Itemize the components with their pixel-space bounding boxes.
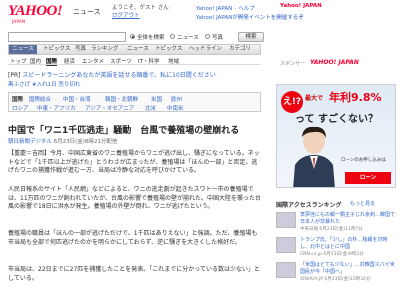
subnav-item-top[interactable]: トップ [10, 57, 27, 65]
sponsor-brand[interactable]: YAHOO! JAPAN [310, 59, 359, 66]
search-scope-label-all: 全体を検索 [137, 35, 165, 41]
ranking-thumbnail [276, 212, 296, 228]
region-item-us[interactable]: 米国 [151, 95, 162, 103]
ranking-item[interactable]: トランプ氏、「少し」の朴…独報を対時し、北中とはとに中国 CNN.co.jp 6… [276, 237, 396, 259]
ad-rate: 年利9.8% [329, 91, 382, 104]
nav-item-topics-2[interactable]: トピックス [155, 45, 182, 54]
yahoo-logo[interactable]: YAHOO! [8, 3, 63, 20]
nav-item-ranking[interactable]: ランキング [91, 45, 118, 54]
top-links: Yahoo! JAPAN - ヘルプ [196, 6, 255, 12]
subnav-item-economy[interactable]: 経済 [64, 57, 75, 65]
sponsor-label: スポンサー [280, 61, 306, 67]
user-greeting: ようこそ、ゲスト さん [112, 5, 169, 11]
subnav-item-entertainment[interactable]: エンタメ [82, 57, 104, 65]
pr-link[interactable]: スピードラーニングあなたが英語を話せる順番で、私に10日間ください [22, 72, 215, 79]
article-headline: 中国で「ワニ1千匹逃走」騒動 台風で養殖場の壁崩れる [8, 126, 240, 136]
ranking-headline[interactable]: 「米国はとても少ない」…対韓国スパイ米国民が今「中国へ」 [300, 262, 396, 276]
region-item-north-america[interactable]: 北米 [145, 104, 156, 112]
subnav-item-domestic[interactable]: 国内 [30, 57, 41, 65]
ranking-meta: XINHUA.JP 6月23日(金)15時32分 [300, 277, 371, 282]
subnav-item-international[interactable]: 国際 [46, 57, 58, 66]
search-input[interactable] [8, 32, 126, 42]
ranking-thumbnail [276, 237, 296, 253]
region-item-korea[interactable]: 韓国・北朝鮮 [105, 95, 138, 103]
toplink-help[interactable]: ヘルプ [238, 6, 255, 12]
ranking-thumbnail [276, 262, 296, 278]
ad-text-link[interactable]: 黒ふさげ ★入れ1日 売り切れ [8, 80, 261, 88]
ranking-meta: 中央日報 6月23日(金)11時7分 [300, 227, 363, 232]
logout-link[interactable]: ログアウト [112, 11, 140, 19]
search-row: 全体を検索 ニュース 写真 検索 [8, 32, 268, 42]
ad-person-illustration [293, 126, 335, 187]
header-notice-link[interactable]: Yahoo! JAPANが開発イベントを開催するぞ [196, 13, 304, 21]
ranking-item[interactable]: 「米国はとても少ない」…対韓国スパイ米国民が今「中国へ」 XINHUA.JP 6… [276, 262, 396, 284]
search-scope-label-photo: 写真 [212, 35, 224, 41]
subnav-item-sports[interactable]: スポーツ [110, 57, 132, 65]
article-paragraph: 市当局は、22日までに27匹を捕獲したことを発表。「これまでに分かっている数は少… [8, 266, 260, 282]
region-item-middle-east[interactable]: 中東・アフリカ [37, 104, 76, 112]
nav-item-headline[interactable]: ヘッドライン [189, 45, 222, 54]
ranking-more-link[interactable]: もっと見る [350, 200, 375, 207]
subnav-item-region[interactable]: 地域 [168, 57, 179, 65]
region-item-russia[interactable]: ロシア [12, 104, 29, 112]
region-item-general[interactable]: 国際総合 [29, 95, 51, 103]
region-item-asia-oceania[interactable]: アジア・オセアニア [85, 104, 134, 112]
toplink-yahoo-japan[interactable]: Yahoo! JAPAN [196, 6, 232, 12]
ranking-meta: CNN.co.jp 6月23日(金)9時2分 [300, 252, 364, 257]
nav-item-news[interactable]: ニュース [9, 45, 37, 54]
ranking-headline[interactable]: 李夢佳にもの報一類主子じれ余剣…韓国で日本人が非暴れた [300, 212, 396, 226]
pr-tag: [PR] [8, 72, 21, 79]
main-nav: ニュース トピックス 写真 ランキング ニュース トピックス ヘッドライン カテ… [8, 44, 261, 55]
ad-banner[interactable]: え!? 最大で 年利9.8% って すごくない？ ローンのお申し込みは ローン [276, 84, 396, 188]
ad-brand-button[interactable]: ローン [345, 172, 391, 184]
ranking-item[interactable]: 李夢佳にもの報一類主子じれ余剣…韓国で日本人が非暴れた 中央日報 6月23日(金… [276, 212, 396, 234]
article-dateline: 朝日新聞デジタル 6月23日(金)8時21分配信 [8, 137, 117, 145]
search-scope-radio-news[interactable] [170, 34, 175, 39]
pr-line: [PR] スピードラーニングあなたが英語を話せる順番で、私に10日間ください [8, 70, 261, 79]
region-item-china-taiwan[interactable]: 中国・台湾 [63, 95, 91, 103]
nav-item-category[interactable]: カテゴリ [229, 45, 251, 54]
region-tabs: 国際 国際総合 中国・台湾 韓国・北朝鮮 米国 欧州 ロシア 中東・アフリカ ア… [8, 92, 261, 112]
region-item-latin-america[interactable]: 中南米 [167, 104, 184, 112]
article-date: 6月23日(金)8時21分配信 [53, 139, 118, 145]
ad-line2: って すごくない？ [295, 114, 378, 125]
article-source[interactable]: 朝日新聞デジタル [8, 139, 52, 145]
right-yahoo-logo[interactable]: Yahoo! JAPAN [280, 3, 322, 9]
article-paragraph: 人民日報系のサイト「人民網」などによると、ワニの逃走劇が起きたスワトー市の養殖場… [8, 186, 262, 210]
nav-item-news-2[interactable]: ニュース [127, 45, 149, 54]
region-item-europe[interactable]: 欧州 [171, 95, 182, 103]
ad-line1: 最大で [305, 95, 324, 102]
subnav-item-it-science[interactable]: IT・科学 [138, 57, 159, 65]
article-paragraph: 養殖場の職員は「ほんの一部が逃げただけで、1千匹はありえない」と強調。ただ、養殖… [8, 230, 258, 246]
search-scope-radio-all[interactable] [130, 34, 135, 39]
search-scope-label-news: ニュース [177, 35, 199, 41]
ad-subtext: ローンのお申し込みは [341, 158, 386, 163]
search-scope-radio-photo[interactable] [205, 34, 210, 39]
header: YAHOO! JAPAN ニュース ようこそ、ゲスト さん ログアウト Yaho… [0, 0, 400, 30]
section-title[interactable]: ニュース [73, 7, 101, 17]
ranking-title: 国際アクセスランキング [276, 202, 342, 209]
search-button[interactable]: 検索 [238, 32, 264, 42]
sub-nav: トップ 国内 国際 経済 エンタメ スポーツ IT・科学 地域 [8, 56, 261, 66]
ranking-headline[interactable]: トランプ氏、「少し」の朴…独報を対時し、北中とはとに中国 [300, 237, 396, 251]
yahoo-logo-sub: JAPAN [12, 19, 26, 24]
article-paragraph: 【重慶＝吉岡】今月、中国広東省のワニ養殖場からワニが逃げ出し、騒ぎになっている。… [8, 150, 260, 174]
nav-item-photo[interactable]: 写真 [75, 45, 86, 54]
nav-item-topics[interactable]: トピックス [43, 45, 70, 54]
region-item-international[interactable]: 国際 [12, 95, 23, 103]
